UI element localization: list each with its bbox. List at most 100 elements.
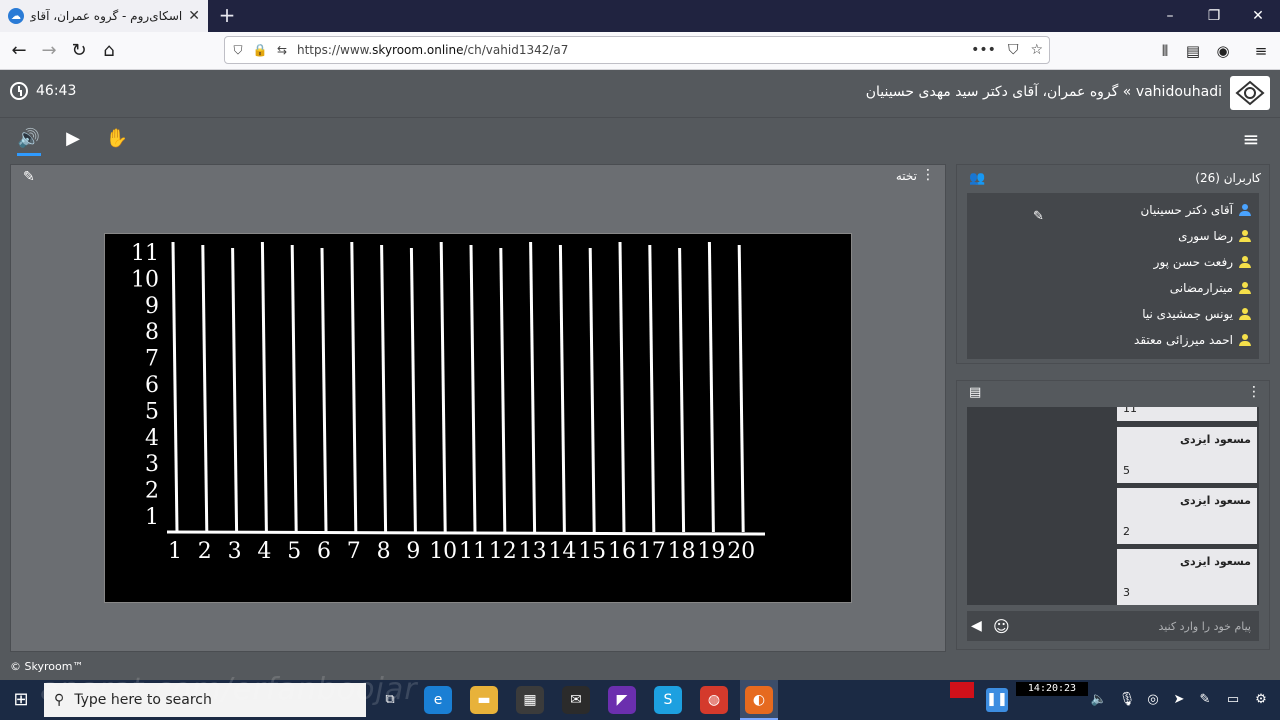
speaker-icon[interactable]: 🔊 [16, 126, 42, 152]
chat-input-bar: ◀ ☺ [967, 611, 1259, 641]
firefox-taskbar-button[interactable]: ◐ [740, 680, 778, 720]
board-vertical-line [439, 241, 447, 533]
maximize-button[interactable]: ❐ [1192, 0, 1236, 32]
board-y-label: 3 [145, 452, 159, 477]
bookmark-star-icon[interactable]: ☆ [1030, 42, 1043, 58]
board-vertical-line [469, 244, 477, 533]
board-baseline [166, 530, 766, 536]
volume-icon[interactable]: 🔈 [1088, 688, 1110, 712]
whiteboard-menu-icon[interactable]: ⋮ [921, 167, 935, 183]
media-player-icon[interactable]: ▶ [60, 126, 86, 152]
user-list-item[interactable]: میترارمضانی [1170, 277, 1251, 299]
session-timer: 46:43 [10, 82, 76, 100]
sidebar-icon[interactable]: ▤ [1180, 38, 1206, 64]
board-x-label: 7 [347, 539, 361, 564]
board-x-label: 18 [668, 539, 696, 564]
board-vertical-line [201, 244, 209, 533]
board-x-label: 5 [287, 539, 301, 564]
board-x-label: 16 [608, 539, 636, 564]
webcam-icon[interactable]: ◎ [1142, 688, 1164, 712]
board-y-label: 1 [145, 505, 159, 530]
user-name: رضا سوری [1178, 229, 1233, 243]
raise-hand-icon[interactable]: ✋ [104, 126, 130, 152]
board-x-label: 4 [257, 539, 271, 564]
pen-tool-icon[interactable]: ✎ [23, 169, 35, 185]
permissions-icon[interactable]: ⇆ [273, 43, 291, 57]
chrome-icon[interactable]: ◍ [700, 686, 728, 714]
people-icon: 👥 [969, 171, 986, 186]
settings-gear-icon[interactable]: ⚙ [1250, 688, 1272, 712]
board-x-label: 15 [578, 539, 606, 564]
shield-icon[interactable]: ⛉ [229, 43, 247, 58]
visual-studio-icon[interactable]: ◤ [608, 686, 636, 714]
pocket-icon[interactable]: ⛉ [1008, 42, 1019, 58]
chat-message-text: 5 [1123, 464, 1130, 477]
board-vertical-line [260, 241, 268, 533]
board-vertical-line [678, 247, 686, 533]
hamburger-menu-icon[interactable]: ≡ [1240, 128, 1262, 150]
pause-icon[interactable]: ❚❚ [986, 688, 1008, 712]
board-x-label: 14 [548, 539, 576, 564]
draw-pen-icon[interactable]: ✎ [1194, 688, 1216, 712]
lock-icon[interactable]: 🔒 [251, 43, 269, 57]
users-panel: 👥 کاربران (26) ✎ آقای دکتر حسینیان رضا سو… [956, 164, 1270, 364]
board-y-label: 6 [145, 373, 159, 398]
store-icon[interactable]: ▦ [516, 686, 544, 714]
library-icon[interactable]: ⫴ [1152, 38, 1178, 64]
edge-icon[interactable]: e [424, 686, 452, 714]
user-list-item[interactable]: احمد میرزائی معتقد [1134, 329, 1251, 351]
user-name: آقای دکتر حسینیان [1140, 203, 1233, 217]
browser-nav-bar: ← → ↻ ⌂ ⛉ 🔒 ⇆ https://www.skyroom.online… [0, 32, 1280, 70]
system-tray: ❚❚ 14:20:23 🔈 🎙 ◎ ➤ ✎ ▭ ⚙ [940, 680, 1280, 720]
record-icon[interactable] [950, 682, 974, 698]
room-toolbar: 🔊 ▶ ✋ ≡ [0, 118, 1280, 162]
microphone-icon[interactable]: 🎙 [1116, 688, 1138, 712]
board-vertical-line [648, 244, 656, 533]
user-list-item[interactable]: یونس جمشیدی نیا [1142, 303, 1251, 325]
watermark-text: aparat.com/erfanboojar [40, 672, 418, 707]
user-avatar-icon [1239, 334, 1251, 346]
room-title: vahidouhadi » گروه عمران، آقای دکتر سید … [865, 84, 1222, 100]
board-x-label: 3 [228, 539, 242, 564]
reload-icon[interactable]: ↻ [66, 38, 92, 64]
chat-message-input[interactable] [1013, 614, 1259, 638]
forward-arrow-icon[interactable]: → [36, 38, 62, 64]
new-tab-button[interactable]: + [216, 4, 238, 26]
close-tab-icon[interactable]: ✕ [188, 8, 200, 24]
board-vertical-line [320, 247, 328, 533]
skype-icon[interactable]: S [654, 686, 682, 714]
chat-messages: 11 مسعود ایزدی 5 مسعود ایزدی 2 مسعود ایزدی 3 [967, 407, 1259, 605]
chat-menu-icon[interactable]: ⋮ [1247, 384, 1261, 400]
minimize-button[interactable]: – [1148, 0, 1192, 32]
whiteboard-canvas[interactable]: 11 10 9 8 7 6 5 4 3 2 1 1 2 3 4 5 6 7 8 9 10 11 12 13 14 15 16 17 18… [104, 233, 852, 603]
page-actions-icon[interactable]: ••• [971, 42, 996, 58]
close-window-button[interactable]: ✕ [1236, 0, 1280, 32]
app-menu-icon[interactable]: ≡ [1248, 38, 1274, 64]
chat-panel: ▤ ⋮ 11 مسعود ایزدی 5 مسعود ایزدی 2 مسعود ایزد… [956, 380, 1270, 650]
chat-message-text: 2 [1123, 525, 1130, 538]
board-vertical-line [231, 247, 239, 533]
back-arrow-icon[interactable]: ← [6, 38, 32, 64]
board-y-label: 8 [145, 320, 159, 345]
windows-start-icon[interactable]: ⊞ [8, 688, 34, 712]
chat-message-text: 11 [1123, 407, 1137, 415]
url-text[interactable]: https://www.skyroom.online/ch/vahid1342/… [297, 43, 965, 57]
send-icon[interactable]: ◀ [971, 618, 993, 634]
address-bar[interactable]: ⛉ 🔒 ⇆ https://www.skyroom.online/ch/vahi… [224, 36, 1050, 64]
user-list-item[interactable]: رضا سوری [1178, 225, 1251, 247]
board-vertical-line [380, 244, 388, 533]
board-y-label: 10 [131, 267, 159, 292]
board-x-label: 8 [377, 539, 391, 564]
mail-icon[interactable]: ✉ [562, 686, 590, 714]
browser-tab[interactable]: ☁ اسکای‌روم - گروه عمران، آقای دکتر ✕ [0, 0, 208, 32]
file-explorer-icon[interactable]: ▬ [470, 686, 498, 714]
cursor-icon[interactable]: ➤ [1168, 688, 1190, 712]
user-list-item[interactable]: رفعت حسن پور [1154, 251, 1251, 273]
home-icon[interactable]: ⌂ [96, 38, 122, 64]
user-list-item[interactable]: آقای دکتر حسینیان [1140, 199, 1251, 221]
emoji-icon[interactable]: ☺ [993, 617, 1013, 636]
board-x-label: 9 [406, 539, 420, 564]
board-vertical-line [618, 241, 626, 533]
account-icon[interactable]: ◉ [1210, 38, 1236, 64]
folder-icon[interactable]: ▭ [1222, 688, 1244, 712]
